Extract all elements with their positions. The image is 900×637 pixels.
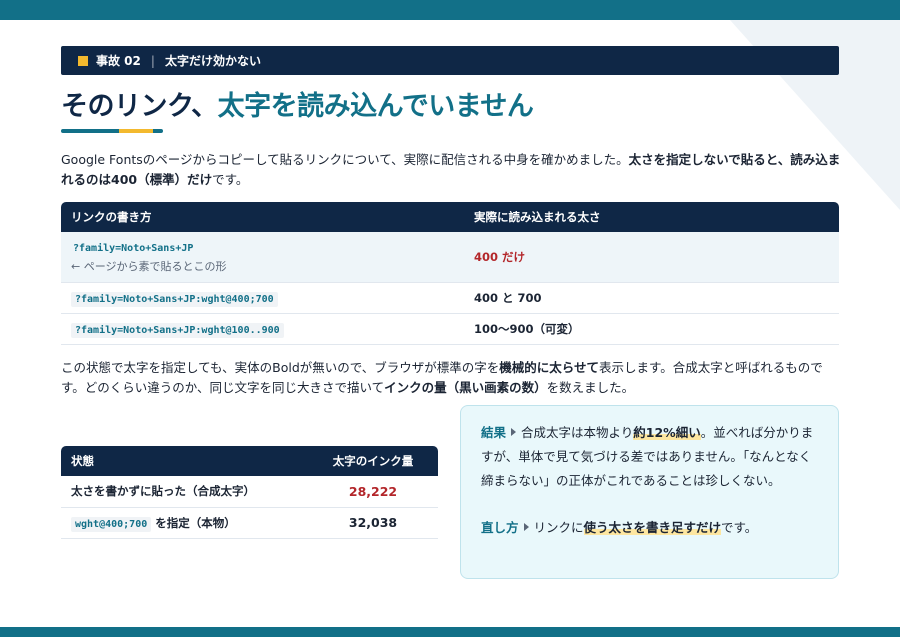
- table-row: wght@400;700 を指定（本物） 32,038: [61, 507, 438, 539]
- fix-highlight: 使う太さを書き足すだけ: [583, 520, 722, 535]
- fix-text2: です。: [721, 520, 758, 535]
- weight-value: 400 と 700: [474, 290, 542, 305]
- state-cell: wght@400;700 を指定（本物）: [61, 507, 308, 539]
- state-code: wght@400;700: [71, 516, 152, 532]
- result-text1: 合成太字は本物より: [521, 425, 634, 440]
- header-separator: |: [150, 53, 155, 68]
- link-code: ?family=Noto+Sans+JP:wght@100..900: [71, 322, 284, 338]
- result-highlight: 約12%細い: [633, 425, 701, 440]
- link-code: ?family=Noto+Sans+JP: [73, 242, 194, 254]
- weight-value: 100〜900（可変）: [474, 321, 580, 336]
- state-suffix: を指定（本物）: [155, 515, 236, 530]
- link-code: ?family=Noto+Sans+JP:wght@400;700: [71, 291, 278, 307]
- header-marker-icon: [78, 55, 88, 66]
- state-cell: 太さを書かずに貼った（合成太字）: [61, 476, 308, 508]
- result-lead: 結果: [481, 425, 507, 440]
- explanation-paragraph: この状態で太字を指定しても、実体のBoldが無いので、ブラウザが標準の字を機械的…: [61, 358, 841, 398]
- section-header: 事故 02 | 太字だけ効かない: [61, 46, 839, 75]
- header-subtitle: 太字だけ効かない: [164, 54, 261, 68]
- ink-table-header-state: 状態: [61, 446, 308, 476]
- bottom-accent-bar: [0, 627, 900, 637]
- table-row: 太さを書かずに貼った（合成太字） 28,222: [61, 476, 438, 508]
- title-underline: [61, 129, 163, 133]
- para2-bold1: 機械的に太らせて: [499, 360, 600, 375]
- link-cell: ?family=Noto+Sans+JP:wght@400;700: [61, 282, 464, 314]
- para2-part3: を数えました。: [546, 380, 635, 395]
- link-table-header-weight: 実際に読み込まれる太さ: [464, 202, 839, 232]
- intro-paragraph: Google Fontsのページからコピーして貼るリンクについて、実際に配信され…: [61, 150, 841, 190]
- ink-table-header-amount: 太字のインク量: [308, 446, 438, 476]
- title-accent: 太字を読み込んでいません: [217, 91, 534, 122]
- ink-value: 28,222: [308, 476, 438, 508]
- result-text: 結果 合成太字は本物より約12%細い。並べれば分かりますが、単体で見て気づける差で…: [481, 421, 820, 493]
- title-prefix: そのリンク、: [61, 91, 218, 122]
- intro-text: Google Fontsのページからコピーして貼るリンクについて、実際に配信され…: [61, 152, 629, 167]
- link-note: ← ページから素で貼るとこの形: [71, 259, 227, 273]
- fix-lead: 直し方: [481, 520, 519, 535]
- ink-table: 状態 太字のインク量 太さを書かずに貼った（合成太字） 28,222 wght@…: [61, 446, 438, 539]
- table-row: ?family=Noto+Sans+JP:wght@100..900 100〜9…: [61, 313, 839, 345]
- table-row: ?family=Noto+Sans+JP:wght@400;700 400 と …: [61, 282, 839, 314]
- weight-cell: 400 と 700: [464, 282, 839, 314]
- fix-text1: リンクに: [533, 520, 584, 535]
- title-underline-gold: [119, 129, 153, 133]
- caret-right-icon: [511, 428, 517, 436]
- para2-bold2: インクの量（黒い画素の数）: [384, 380, 547, 395]
- caret-right-icon: [523, 523, 529, 531]
- link-table: リンクの書き方 実際に読み込まれる太さ ?family=Noto+Sans+JP…: [61, 202, 839, 345]
- fix-text: 直し方 リンクに使う太さを書き足すだけです。: [481, 516, 820, 540]
- result-callout: 結果 合成太字は本物より約12%細い。並べれば分かりますが、単体で見て気づける差で…: [460, 405, 839, 579]
- weight-cell: 100〜900（可変）: [464, 313, 839, 345]
- weight-cell: 400 だけ: [464, 232, 839, 283]
- link-cell: ?family=Noto+Sans+JP:wght@100..900: [61, 313, 464, 345]
- top-accent-bar: [0, 0, 900, 20]
- intro-tail: です。: [212, 172, 249, 187]
- link-cell: ?family=Noto+Sans+JP ← ページから素で貼るとこの形: [61, 232, 464, 283]
- ink-value: 32,038: [308, 507, 438, 539]
- weight-value: 400 だけ: [474, 249, 526, 264]
- link-table-header-method: リンクの書き方: [61, 202, 464, 232]
- page-title: そのリンク、太字を読み込んでいません: [61, 84, 534, 123]
- header-label: 事故 02: [96, 54, 141, 68]
- table-row: ?family=Noto+Sans+JP ← ページから素で貼るとこの形 400…: [61, 232, 839, 283]
- para2-part1: この状態で太字を指定しても、実体のBoldが無いので、ブラウザが標準の字を: [61, 360, 500, 375]
